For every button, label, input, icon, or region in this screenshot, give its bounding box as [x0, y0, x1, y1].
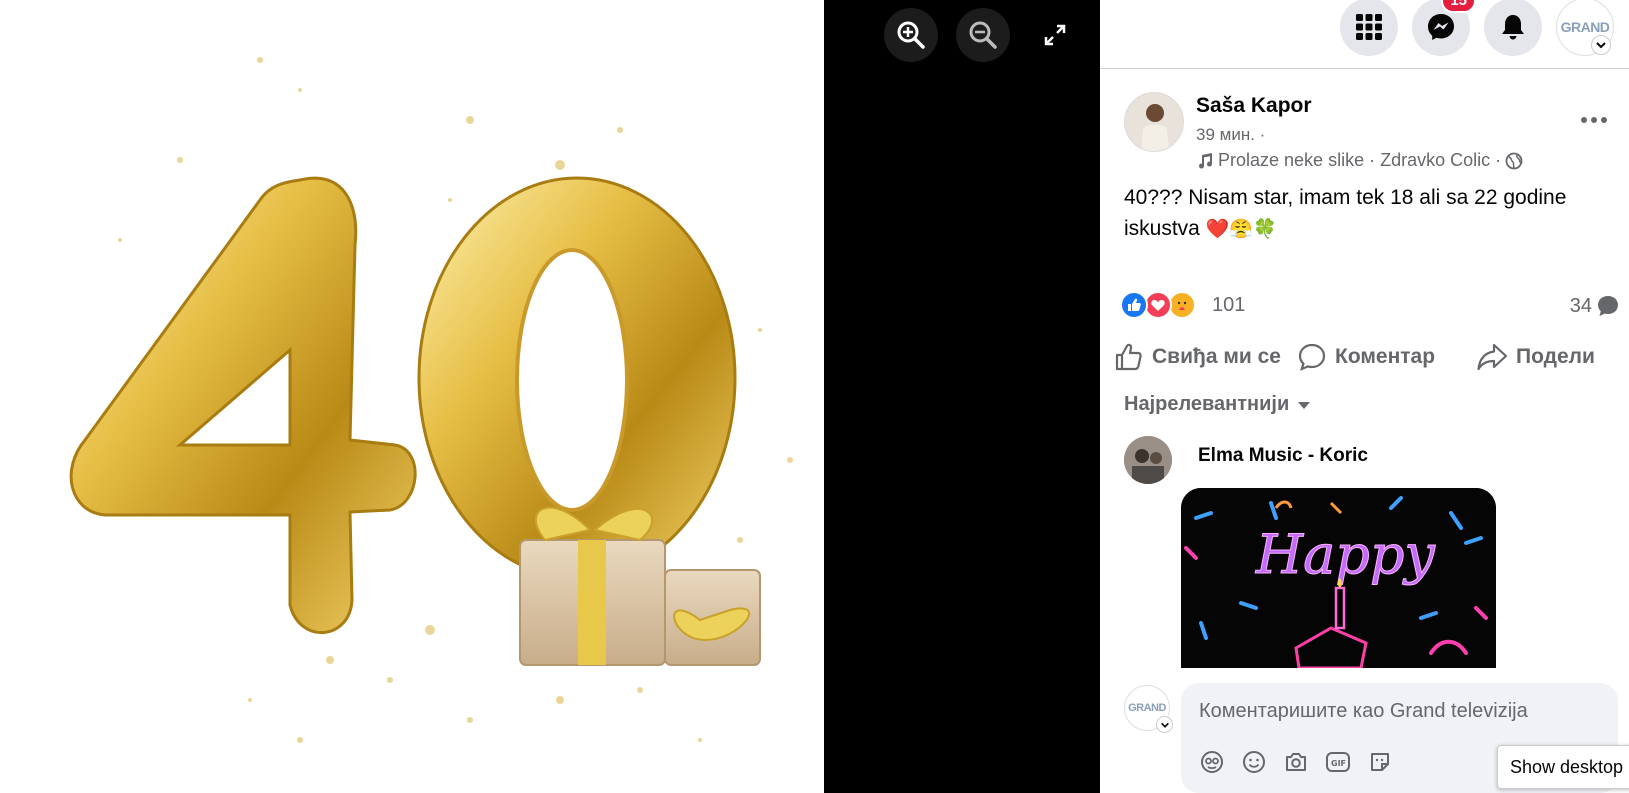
sort-label: Најрелевантнији [1124, 393, 1290, 415]
post-more-options-button[interactable] [1574, 100, 1614, 140]
chevron-down-icon [1591, 35, 1611, 55]
comment-button[interactable]: Коментар [1297, 342, 1435, 372]
reaction-summary[interactable]: 101 34 [1120, 291, 1620, 321]
photo-viewer [0, 0, 1100, 793]
bell-icon [1502, 15, 1524, 40]
messenger-icon [1428, 14, 1454, 40]
post-photo[interactable] [0, 0, 824, 793]
avatar-sticker-icon[interactable] [1199, 749, 1225, 775]
commenter-name[interactable]: Elma Music - Koric [1198, 445, 1368, 467]
more-dots-icon [1581, 117, 1587, 123]
reaction-count: 101 [1212, 294, 1246, 316]
grand-logo: GRAND [1560, 19, 1610, 35]
thumbs-up-icon [1115, 343, 1142, 371]
post-music-info[interactable]: Prolaze neke slike · Zdravko Colic · [1196, 150, 1523, 171]
like-reaction-icon [1120, 291, 1148, 319]
commenter-avatar[interactable] [1124, 436, 1172, 484]
balloon-digit-4 [69, 176, 417, 634]
like-label: Свиђа ми се [1152, 345, 1281, 368]
show-desktop-button[interactable]: Show desktop [1497, 745, 1629, 789]
comment-sort-dropdown[interactable]: Најрелевантнији [1124, 393, 1313, 416]
comment-gif[interactable]: Happy [1181, 488, 1496, 668]
comment-count[interactable]: 34 [1570, 294, 1620, 318]
post-timestamp[interactable]: 39 мин. · [1196, 125, 1265, 145]
composer-toolbar: GIF [1199, 749, 1393, 775]
gif-icon[interactable]: GIF [1325, 749, 1351, 775]
share-icon [1477, 343, 1508, 371]
author-avatar[interactable] [1124, 92, 1184, 152]
post-header: Saša Kapor 39 мин. · Prolaze neke slike … [1124, 92, 1614, 172]
zoom-out-icon [969, 21, 997, 49]
zoom-in-icon [897, 21, 925, 49]
post-emojis: ❤️😤🍀 [1205, 218, 1277, 240]
composer-avatar[interactable]: GRAND [1124, 685, 1173, 733]
post-text-body: 40??? Nisam star, imam tek 18 ali sa 22 … [1124, 186, 1567, 240]
post-actions-bar: Свиђа ми се Коментар Подели [1114, 335, 1629, 379]
svg-text:Happy: Happy [1255, 523, 1436, 586]
music-note-icon [1199, 152, 1213, 169]
comment-count-value: 34 [1569, 294, 1592, 317]
care-reaction-icon [1168, 291, 1196, 319]
globe-icon [1505, 152, 1523, 169]
grid-menu-icon [1356, 14, 1382, 40]
messenger-button[interactable]: 15 [1412, 0, 1476, 56]
zoom-out-button[interactable] [956, 8, 1010, 62]
top-navigation-bar: 15 GRAND [1100, 0, 1629, 69]
fullscreen-icon [1044, 24, 1066, 46]
happy-birthday-gif: Happy [1181, 488, 1496, 668]
messenger-badge: 15 [1441, 0, 1476, 13]
gift-boxes [519, 506, 761, 666]
fullscreen-button[interactable] [1028, 8, 1082, 62]
love-reaction-icon [1144, 291, 1172, 319]
grand-logo: GRAND [1128, 702, 1166, 714]
notifications-button[interactable] [1484, 0, 1542, 56]
music-label: Prolaze neke slike · Zdravko Colic · [1218, 150, 1502, 170]
post-message: 40??? Nisam star, imam tek 18 ali sa 22 … [1124, 182, 1614, 245]
caret-down-icon [1298, 401, 1311, 409]
gold-balloon-40-image [69, 57, 793, 743]
like-button[interactable]: Свиђа ми се [1114, 342, 1281, 372]
camera-icon[interactable] [1283, 749, 1309, 775]
comment-item: Elma Music - Koric Happy [1124, 436, 1614, 668]
comment-input-placeholder: Коментаришите као Grand televizija [1199, 700, 1528, 722]
zoom-in-button[interactable] [884, 8, 938, 62]
menu-button[interactable] [1340, 0, 1398, 56]
share-label: Подели [1516, 345, 1595, 368]
share-button[interactable]: Подели [1476, 342, 1595, 372]
author-name[interactable]: Saša Kapor [1196, 94, 1312, 118]
account-button[interactable]: GRAND [1556, 0, 1614, 56]
comment-icon [1298, 343, 1326, 371]
comment-bubble-icon [1598, 296, 1618, 316]
svg-text:GIF: GIF [1331, 759, 1346, 768]
chevron-down-icon [1156, 716, 1173, 733]
emoji-icon[interactable] [1241, 749, 1267, 775]
post-side-panel: 15 GRAND Saša Kapor 39 мин. · Prolaze ne… [1100, 0, 1629, 793]
sticker-icon[interactable] [1367, 749, 1393, 775]
comment-label: Коментар [1335, 345, 1436, 368]
